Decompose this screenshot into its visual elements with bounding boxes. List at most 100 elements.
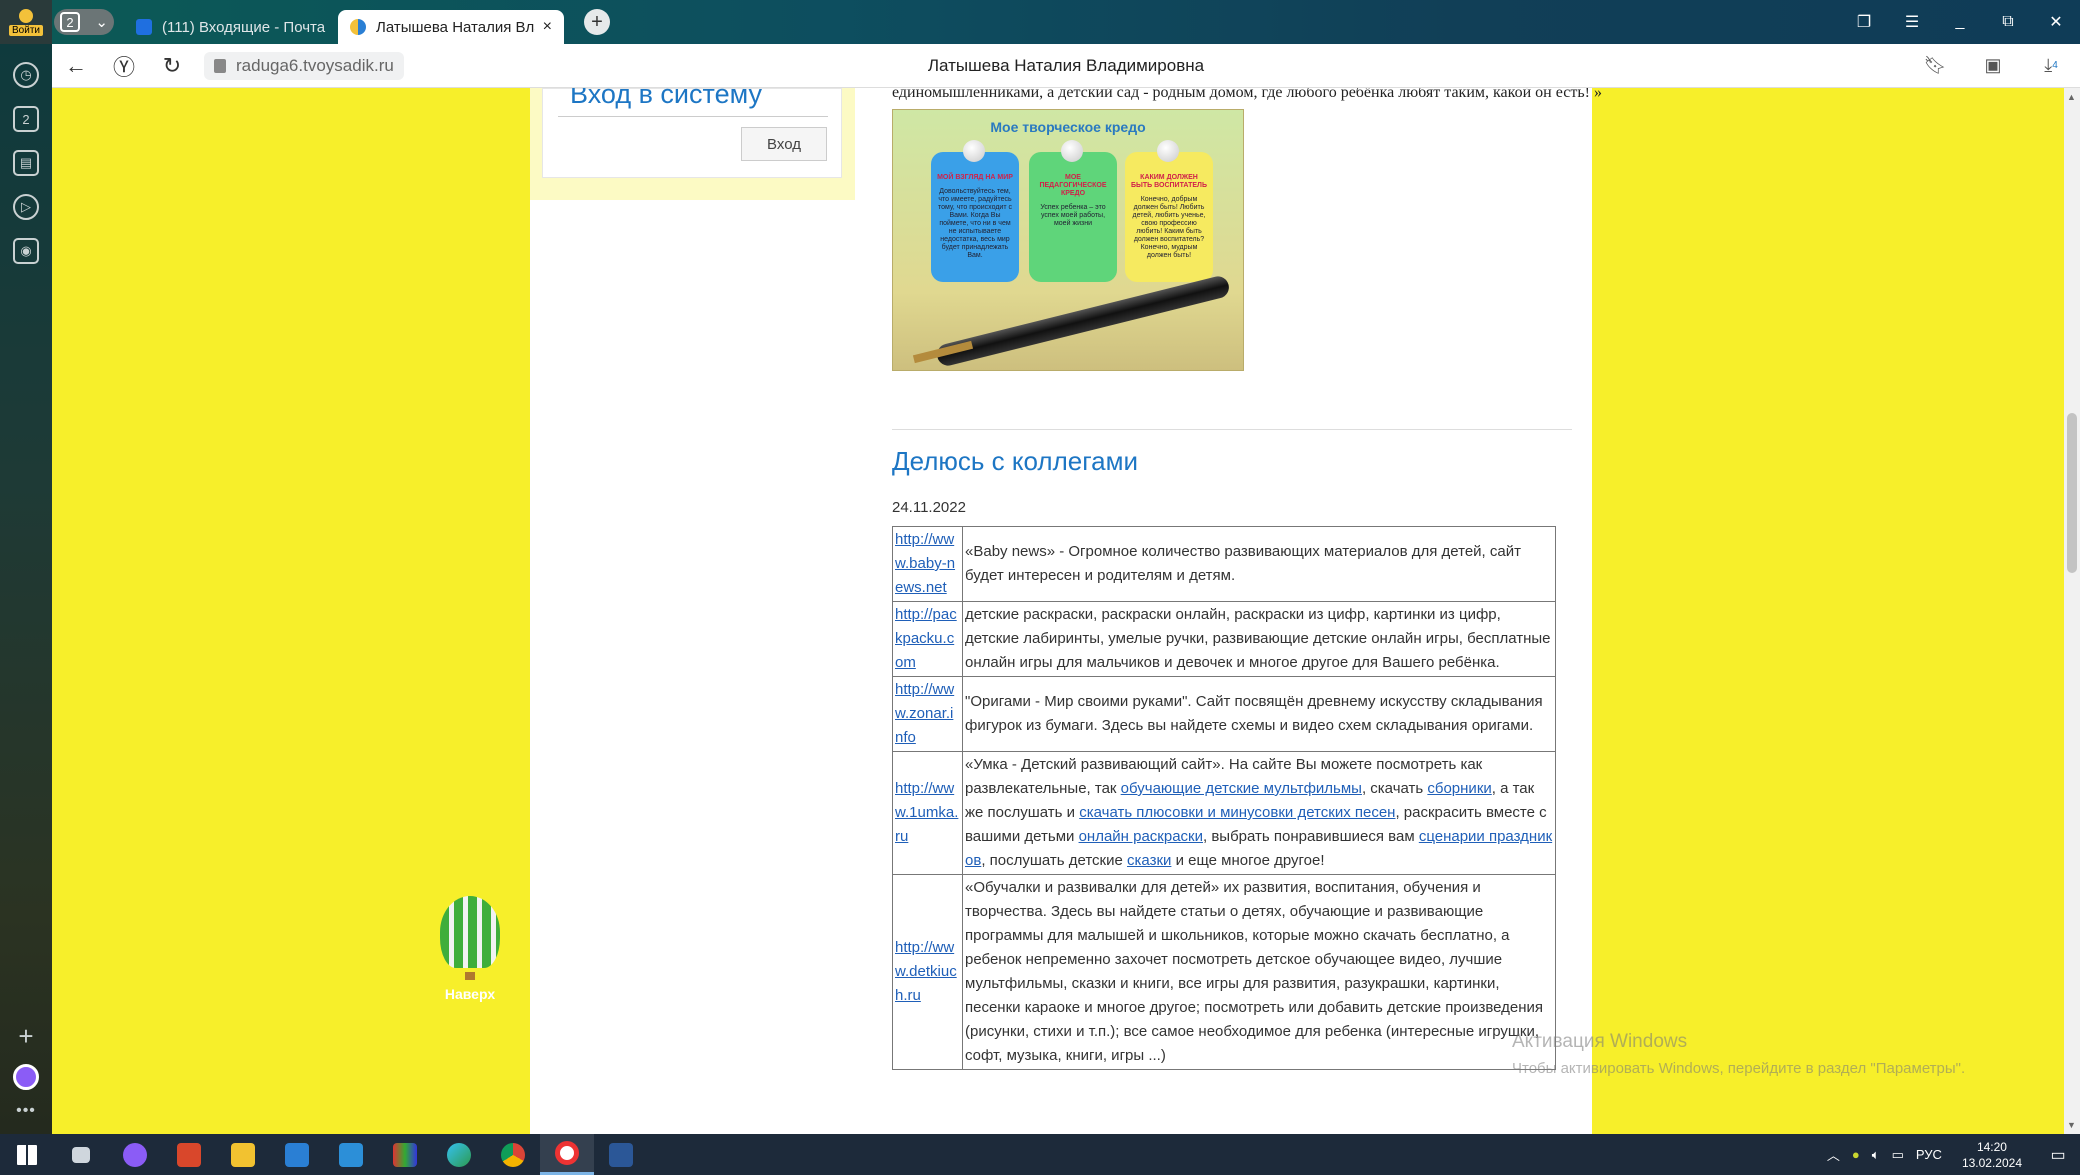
divider bbox=[892, 429, 1572, 430]
taskbar-edge[interactable] bbox=[432, 1134, 486, 1175]
taskbar-word[interactable] bbox=[594, 1134, 648, 1175]
login-submit-button[interactable]: Вход bbox=[741, 127, 827, 161]
credo-card: МОЕ ПЕДАГОГИЧЕСКОЕ КРЕДО Успех ребенка –… bbox=[1029, 140, 1117, 282]
back-arrow-icon[interactable]: ← bbox=[52, 44, 100, 88]
tab-close-button[interactable]: × bbox=[543, 18, 552, 36]
alice-assistant-icon[interactable] bbox=[13, 1064, 39, 1090]
credo-title: Мое творческое кредо bbox=[990, 119, 1146, 135]
chrome-icon bbox=[501, 1142, 525, 1167]
windows-logo-icon bbox=[17, 1144, 37, 1165]
login-widget: Вход в систему Вход bbox=[530, 88, 855, 200]
coloring-link[interactable]: онлайн раскраски bbox=[1079, 828, 1203, 845]
cartoons-link[interactable]: обучающие детские мультфильмы bbox=[1121, 780, 1362, 797]
site-description: «Обучалки и развивалки для детей» их раз… bbox=[962, 874, 1556, 1070]
scrollbar-thumb[interactable] bbox=[2067, 413, 2077, 573]
scroll-down-icon[interactable]: ▼ bbox=[2067, 1120, 2076, 1130]
activation-watermark-title: Активация Windows bbox=[1512, 1031, 1688, 1052]
url-field[interactable]: raduga6.tvoysadik.ru bbox=[204, 51, 404, 80]
balloon-icon bbox=[440, 896, 500, 968]
minimize-button[interactable]: _ bbox=[1936, 0, 1984, 44]
system-tray: ︿ ● 🔈︎ ▭ РУС 14:20 13.02.2024 ▭ bbox=[1821, 1134, 2080, 1175]
login-label: Войти bbox=[9, 24, 43, 36]
language-indicator[interactable]: РУС bbox=[1916, 1147, 1942, 1162]
site-link[interactable]: http://www.zonar.info bbox=[895, 681, 954, 746]
more-icon[interactable]: ••• bbox=[16, 1102, 36, 1120]
tab-counter-button[interactable]: 2 ⌄ bbox=[54, 9, 114, 35]
post-date: 24.11.2022 bbox=[892, 499, 966, 516]
pen-image bbox=[934, 274, 1232, 368]
user-icon bbox=[19, 8, 33, 23]
taskbar-store[interactable] bbox=[270, 1134, 324, 1175]
yandex-home-icon[interactable]: Ⓨ bbox=[100, 44, 148, 88]
scroll-to-top-button[interactable]: Наверх bbox=[430, 896, 510, 1002]
scroll-up-icon[interactable]: ▲ bbox=[2067, 92, 2076, 102]
taskbar-chrome[interactable] bbox=[486, 1134, 540, 1175]
screenshot-camera-icon[interactable]: ◉ bbox=[13, 238, 39, 264]
songs-link[interactable]: скачать плюсовки и минусовки детских пес… bbox=[1079, 804, 1395, 821]
taskbar-mail[interactable] bbox=[324, 1134, 378, 1175]
url-text: raduga6.tvoysadik.ru bbox=[236, 55, 394, 75]
site-favicon-icon bbox=[350, 19, 366, 35]
notifications-icon[interactable]: ▭ bbox=[2036, 1134, 2080, 1175]
table-row: http://www.baby-news.net «Baby news» - О… bbox=[892, 526, 1556, 602]
tray-chevron-icon[interactable]: ︿ bbox=[1827, 1145, 1840, 1164]
tab-mail[interactable]: (111) Входящие - Почта М bbox=[124, 10, 338, 44]
video-play-icon[interactable]: ▷ bbox=[13, 194, 39, 220]
reload-icon[interactable]: ↻ bbox=[148, 44, 196, 88]
start-button[interactable] bbox=[0, 1134, 54, 1175]
address-bar: ← Ⓨ ↻ raduga6.tvoysadik.ru Латышева Ната… bbox=[52, 44, 2080, 88]
reader-mode-icon[interactable]: ▣ bbox=[1964, 44, 2022, 88]
edge-icon bbox=[447, 1142, 471, 1167]
section-title: Делюсь с коллегами bbox=[892, 446, 1138, 476]
page-viewport: Вход в систему Вход единомышленниками, а… bbox=[52, 88, 2080, 1134]
site-description: "Оригами - Мир своими руками". Сайт посв… bbox=[962, 676, 1556, 752]
table-row: http://www.1umka.ru «Умка - Детский разв… bbox=[892, 751, 1556, 875]
downloads-badge: 4 bbox=[2052, 60, 2058, 71]
collections-icon[interactable]: ▤ bbox=[13, 150, 39, 176]
taskbar-alice[interactable] bbox=[108, 1134, 162, 1175]
task-view-button[interactable] bbox=[54, 1134, 108, 1175]
bookmarks-panel-icon[interactable]: ❐ bbox=[1840, 0, 1888, 44]
page-scrollbar[interactable]: ▲ ▼ bbox=[2064, 88, 2080, 1134]
site-link[interactable]: http://www.1umka.ru bbox=[895, 780, 958, 845]
scroll-top-label: Наверх bbox=[444, 986, 496, 1002]
network-icon[interactable]: ▭ bbox=[1892, 1147, 1904, 1163]
credo-card: МОЙ ВЗГЛЯД НА МИР Довольствуйтесь тем, ч… bbox=[931, 140, 1019, 282]
windows-taskbar: ︿ ● 🔈︎ ▭ РУС 14:20 13.02.2024 ▭ bbox=[0, 1134, 2080, 1175]
new-tab-button[interactable]: + bbox=[584, 9, 610, 35]
tab-title: Латышева Наталия Вла bbox=[376, 18, 535, 36]
taskbar-books[interactable] bbox=[378, 1134, 432, 1175]
taskbar-explorer[interactable] bbox=[216, 1134, 270, 1175]
taskbar-app[interactable] bbox=[162, 1134, 216, 1175]
tray-app-icon[interactable]: ● bbox=[1852, 1147, 1860, 1162]
add-panel-icon[interactable]: + bbox=[18, 1021, 33, 1052]
word-icon bbox=[609, 1142, 633, 1167]
collections-link[interactable]: сборники bbox=[1427, 780, 1491, 797]
restore-button[interactable]: ⧉ bbox=[1984, 0, 2032, 44]
clock[interactable]: 14:20 13.02.2024 bbox=[1962, 1139, 2022, 1171]
site-link[interactable]: http://www.baby-news.net bbox=[895, 531, 955, 596]
table-row: http://packpacku.com детские раскраски, … bbox=[892, 601, 1556, 677]
volume-icon[interactable]: 🔈︎ bbox=[1872, 1147, 1880, 1163]
tales-link[interactable]: сказки bbox=[1127, 852, 1171, 869]
chevron-down-icon: ⌄ bbox=[95, 14, 108, 31]
history-icon[interactable]: ◷ bbox=[13, 62, 39, 88]
tab-active-page[interactable]: Латышева Наталия Вла × bbox=[338, 10, 564, 44]
site-description: «Baby news» - Огромное количество развив… bbox=[962, 526, 1556, 602]
login-title: Вход в систему bbox=[570, 88, 762, 109]
tab-count: 2 bbox=[60, 12, 80, 32]
site-link[interactable]: http://packpacku.com bbox=[895, 606, 957, 671]
profile-login-button[interactable]: Войти bbox=[0, 0, 52, 44]
downloads-icon[interactable]: ⤓ 4 bbox=[2022, 44, 2080, 88]
site-link[interactable]: http://www.detkiuch.ru bbox=[895, 939, 957, 1004]
tabs-icon[interactable]: 2 bbox=[13, 106, 39, 132]
app-icon bbox=[177, 1142, 201, 1167]
store-icon bbox=[285, 1142, 309, 1167]
bookmark-icon[interactable]: 🔖︎ bbox=[1906, 44, 1964, 88]
mail-icon bbox=[339, 1142, 363, 1167]
menu-icon[interactable]: ☰ bbox=[1888, 0, 1936, 44]
credo-card: КАКИМ ДОЛЖЕН БЫТЬ ВОСПИТАТЕЛЬ Конечно, д… bbox=[1125, 140, 1213, 282]
close-window-button[interactable]: ✕ bbox=[2032, 0, 2080, 44]
taskbar-yandex[interactable] bbox=[540, 1134, 594, 1175]
task-view-icon bbox=[72, 1146, 90, 1163]
